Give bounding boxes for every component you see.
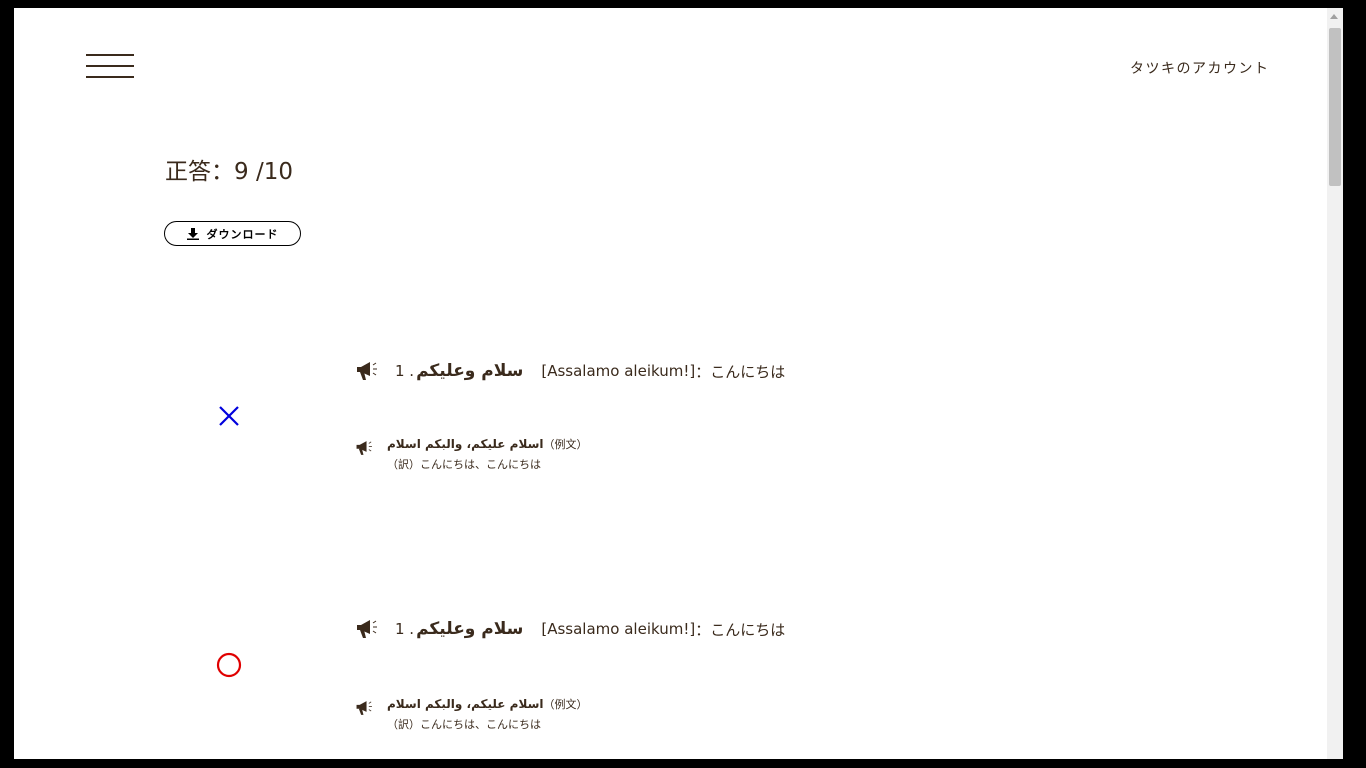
- browser-frame: [0, 0, 1366, 768]
- window-edge: [1343, 0, 1366, 768]
- vocab-row-2: 1 . سلام وعليكم [Assalamo aleikum!] ：こんに…: [355, 618, 785, 640]
- speaker-icon[interactable]: [355, 618, 381, 640]
- meaning: ：こんにちは: [695, 362, 786, 381]
- example-label: （例文）: [543, 698, 588, 711]
- incorrect-mark-icon: [219, 406, 239, 426]
- transliteration: [Assalamo aleikum!]: [541, 362, 696, 380]
- vertical-scrollbar[interactable]: [1327, 8, 1343, 759]
- speaker-icon[interactable]: [355, 699, 375, 717]
- download-button[interactable]: ダウンロード: [164, 221, 301, 246]
- example-row-2: اسلام عليكم، والبكم اسلام（例文） （訳）こんにちは、こ…: [355, 694, 587, 735]
- arabic-word: سلام وعليكم: [416, 361, 524, 381]
- example-arabic: اسلام عليكم، والبكم اسلام: [387, 697, 544, 711]
- score-text: 正答：9 /10: [165, 159, 293, 185]
- example-arabic: اسلام عليكم، والبكم اسلام: [387, 437, 544, 451]
- transliteration: [Assalamo aleikum!]: [541, 620, 696, 638]
- speaker-icon[interactable]: [355, 360, 381, 382]
- translation: （訳）こんにちは、こんにちは: [387, 718, 541, 731]
- download-label: ダウンロード: [206, 227, 279, 241]
- correct-mark-icon: [216, 652, 242, 678]
- example-row-1: اسلام عليكم، والبكم اسلام（例文） （訳）こんにちは、こ…: [355, 434, 587, 475]
- scroll-up-icon[interactable]: [1330, 14, 1338, 19]
- item-number: 1 .: [395, 362, 415, 380]
- account-link[interactable]: タツキのアカウント: [1130, 58, 1270, 78]
- translation: （訳）こんにちは、こんにちは: [387, 458, 541, 471]
- hamburger-menu-icon[interactable]: [86, 54, 134, 80]
- meaning: ：こんにちは: [695, 620, 786, 639]
- vocab-row-1: 1 . سلام وعليكم [Assalamo aleikum!] ：こんに…: [355, 360, 785, 382]
- speaker-icon[interactable]: [355, 439, 375, 457]
- item-number: 1 .: [395, 620, 415, 638]
- scroll-thumb[interactable]: [1329, 28, 1341, 186]
- download-icon: [186, 227, 199, 240]
- arabic-word: سلام وعليكم: [416, 619, 524, 639]
- example-label: （例文）: [543, 438, 588, 451]
